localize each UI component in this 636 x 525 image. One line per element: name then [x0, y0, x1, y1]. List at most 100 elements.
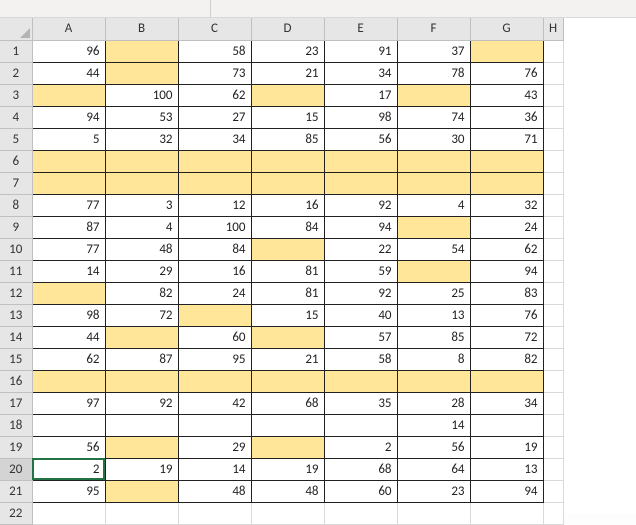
cell-F4[interactable]: 74 [397, 106, 470, 128]
cell-F3[interactable] [397, 84, 470, 106]
cell-E8[interactable]: 92 [324, 194, 397, 216]
cell-F18[interactable]: 14 [397, 414, 470, 436]
cell-G20[interactable]: 13 [470, 458, 543, 480]
cell-D2[interactable]: 21 [251, 62, 324, 84]
cell-F13[interactable]: 13 [397, 304, 470, 326]
cell-B13[interactable]: 72 [105, 304, 178, 326]
cell-G5[interactable]: 71 [470, 128, 543, 150]
cell-D14[interactable] [251, 326, 324, 348]
cell-B3[interactable]: 100 [105, 84, 178, 106]
cell-F21[interactable]: 23 [397, 480, 470, 502]
cell-E21[interactable]: 60 [324, 480, 397, 502]
cell-H22[interactable] [543, 502, 563, 524]
cell-A6[interactable] [32, 150, 105, 172]
cell-B10[interactable]: 48 [105, 238, 178, 260]
cell-C22[interactable] [178, 502, 251, 524]
cell-C13[interactable] [178, 304, 251, 326]
cell-B9[interactable]: 4 [105, 216, 178, 238]
cell-C19[interactable]: 29 [178, 436, 251, 458]
cell-E13[interactable]: 40 [324, 304, 397, 326]
cell-B17[interactable]: 92 [105, 392, 178, 414]
cell-E6[interactable] [324, 150, 397, 172]
cell-E14[interactable]: 57 [324, 326, 397, 348]
cell-E3[interactable]: 17 [324, 84, 397, 106]
cell-D7[interactable] [251, 172, 324, 194]
cell-D19[interactable] [251, 436, 324, 458]
cell-F2[interactable]: 78 [397, 62, 470, 84]
cell-A13[interactable]: 98 [32, 304, 105, 326]
cell-D12[interactable]: 81 [251, 282, 324, 304]
row-header-8[interactable]: 8 [0, 194, 32, 216]
cell-A15[interactable]: 62 [32, 348, 105, 370]
cell-E1[interactable]: 91 [324, 40, 397, 62]
cell-D15[interactable]: 21 [251, 348, 324, 370]
cell-D9[interactable]: 84 [251, 216, 324, 238]
cell-H16[interactable] [543, 370, 563, 392]
cell-F20[interactable]: 64 [397, 458, 470, 480]
cell-H2[interactable] [543, 62, 563, 84]
cell-F6[interactable] [397, 150, 470, 172]
cell-G7[interactable] [470, 172, 543, 194]
cell-C17[interactable]: 42 [178, 392, 251, 414]
cell-E18[interactable] [324, 414, 397, 436]
cell-C6[interactable] [178, 150, 251, 172]
cell-E22[interactable] [324, 502, 397, 524]
col-header-A[interactable]: A [32, 18, 105, 40]
cell-D6[interactable] [251, 150, 324, 172]
row-header-5[interactable]: 5 [0, 128, 32, 150]
cell-H9[interactable] [543, 216, 563, 238]
cell-H11[interactable] [543, 260, 563, 282]
cell-H3[interactable] [543, 84, 563, 106]
cell-H8[interactable] [543, 194, 563, 216]
cell-A21[interactable]: 95 [32, 480, 105, 502]
cell-D18[interactable] [251, 414, 324, 436]
cell-F8[interactable]: 4 [397, 194, 470, 216]
col-header-C[interactable]: C [178, 18, 251, 40]
cell-H4[interactable] [543, 106, 563, 128]
col-header-H[interactable]: H [543, 18, 563, 40]
row-header-12[interactable]: 12 [0, 282, 32, 304]
cell-A16[interactable] [32, 370, 105, 392]
cell-D10[interactable] [251, 238, 324, 260]
cell-D4[interactable]: 15 [251, 106, 324, 128]
cell-E4[interactable]: 98 [324, 106, 397, 128]
cell-A20[interactable]: 2 [32, 458, 105, 480]
cell-C1[interactable]: 58 [178, 40, 251, 62]
cell-C5[interactable]: 34 [178, 128, 251, 150]
cell-G15[interactable]: 82 [470, 348, 543, 370]
cell-H7[interactable] [543, 172, 563, 194]
cell-E19[interactable]: 2 [324, 436, 397, 458]
cell-G18[interactable] [470, 414, 543, 436]
row-header-19[interactable]: 19 [0, 436, 32, 458]
cell-D20[interactable]: 19 [251, 458, 324, 480]
cell-C4[interactable]: 27 [178, 106, 251, 128]
cell-B11[interactable]: 29 [105, 260, 178, 282]
cell-C18[interactable] [178, 414, 251, 436]
cell-D17[interactable]: 68 [251, 392, 324, 414]
col-header-D[interactable]: D [251, 18, 324, 40]
cell-G13[interactable]: 76 [470, 304, 543, 326]
cell-E7[interactable] [324, 172, 397, 194]
row-header-16[interactable]: 16 [0, 370, 32, 392]
cell-D5[interactable]: 85 [251, 128, 324, 150]
cell-F17[interactable]: 28 [397, 392, 470, 414]
cell-H15[interactable] [543, 348, 563, 370]
row-header-2[interactable]: 2 [0, 62, 32, 84]
cell-H19[interactable] [543, 436, 563, 458]
cell-A4[interactable]: 94 [32, 106, 105, 128]
cell-E5[interactable]: 56 [324, 128, 397, 150]
cell-A7[interactable] [32, 172, 105, 194]
cell-E12[interactable]: 92 [324, 282, 397, 304]
cell-B1[interactable] [105, 40, 178, 62]
select-all-corner[interactable] [0, 18, 32, 40]
col-header-F[interactable]: F [397, 18, 470, 40]
cell-E9[interactable]: 94 [324, 216, 397, 238]
cell-D22[interactable] [251, 502, 324, 524]
cell-B6[interactable] [105, 150, 178, 172]
cell-A1[interactable]: 96 [32, 40, 105, 62]
row-header-11[interactable]: 11 [0, 260, 32, 282]
cell-A14[interactable]: 44 [32, 326, 105, 348]
row-header-15[interactable]: 15 [0, 348, 32, 370]
row-header-10[interactable]: 10 [0, 238, 32, 260]
cell-A2[interactable]: 44 [32, 62, 105, 84]
